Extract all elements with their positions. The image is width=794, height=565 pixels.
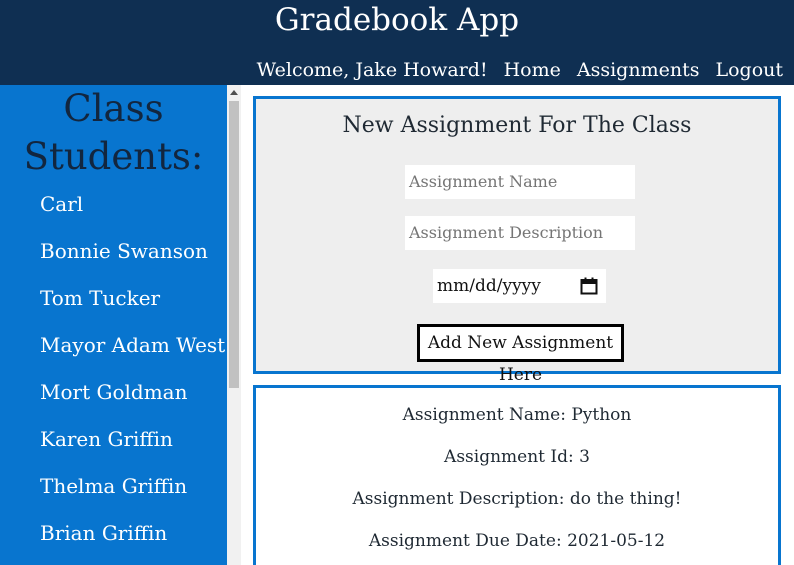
- nav-logout-link[interactable]: Logout: [715, 58, 783, 82]
- assignment-description: Assignment Description: do the thing!: [352, 489, 682, 509]
- new-assignment-form: New Assignment For The Class Assignment …: [253, 96, 781, 385]
- student-item-tom-tucker[interactable]: Tom Tucker: [0, 280, 227, 327]
- student-item-karen-griffin[interactable]: Karen Griffin: [0, 421, 227, 468]
- student-item-mayor-adam-west[interactable]: Mayor Adam West: [0, 327, 227, 374]
- add-assignment-button[interactable]: Add New Assignment Here: [417, 324, 624, 385]
- assignment-name: Assignment Name: Python: [402, 405, 632, 425]
- sidebar-title: Class Students:: [0, 85, 227, 181]
- student-item-bonnie-swanson[interactable]: Bonnie Swanson: [0, 233, 227, 280]
- assignment-due-date: Assignment Due Date: 2021-05-12: [368, 531, 666, 551]
- students-sidebar: Class Students: Carl Bonnie Swanson Tom …: [0, 85, 227, 565]
- assignment-name-input[interactable]: Assignment Name: [405, 165, 635, 199]
- sidebar-title-line2: Students:: [23, 135, 204, 178]
- scroll-up-arrow-icon[interactable]: [227, 85, 241, 100]
- assignment-description-input[interactable]: Assignment Description: [405, 216, 635, 250]
- student-item-carl[interactable]: Carl: [0, 186, 227, 233]
- student-item-brian-griffin[interactable]: Brian Griffin: [0, 515, 227, 562]
- app-title: Gradebook App: [274, 2, 520, 38]
- sidebar-title-line1: Class: [63, 87, 164, 130]
- assignment-card: Assignment Name: Python Assignment Id: 3…: [253, 385, 781, 565]
- student-item-mort-goldman[interactable]: Mort Goldman: [0, 374, 227, 421]
- welcome-text: Welcome, Jake Howard!: [256, 59, 488, 81]
- form-title: New Assignment For The Class: [342, 113, 692, 138]
- student-item-thelma-griffin[interactable]: Thelma Griffin: [0, 468, 227, 515]
- sidebar-scrollbar[interactable]: [227, 85, 241, 565]
- calendar-icon[interactable]: [579, 276, 599, 296]
- top-nav: Welcome, Jake Howard! Home Assignments L…: [257, 58, 783, 82]
- top-header: Gradebook App Welcome, Jake Howard! Home…: [0, 0, 794, 85]
- due-date-placeholder: mm/dd/yyyy: [437, 276, 541, 296]
- scrollbar-thumb[interactable]: [229, 101, 239, 388]
- student-list: Carl Bonnie Swanson Tom Tucker Mayor Ada…: [0, 186, 227, 562]
- due-date-input[interactable]: mm/dd/yyyy: [433, 269, 606, 303]
- nav-assignments-link[interactable]: Assignments: [577, 58, 700, 82]
- assignment-id: Assignment Id: 3: [444, 447, 590, 467]
- nav-home-link[interactable]: Home: [504, 58, 561, 82]
